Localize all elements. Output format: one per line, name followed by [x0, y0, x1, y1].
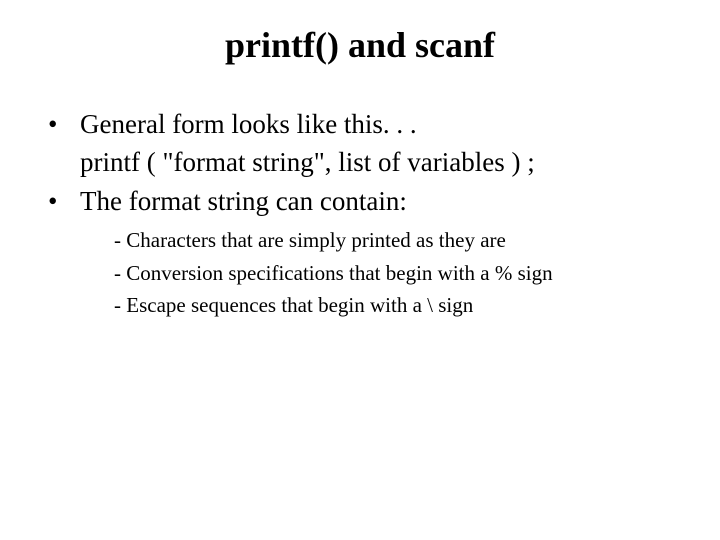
- sub-item: - Characters that are simply printed as …: [114, 225, 680, 255]
- sub-item: - Escape sequences that begin with a \ s…: [114, 290, 680, 320]
- slide-title: printf() and scanf: [40, 24, 680, 66]
- slide: printf() and scanf General form looks li…: [0, 0, 720, 540]
- bullet-text: General form looks like this. . .: [80, 109, 417, 139]
- bullet-continuation: printf ( "format string", list of variab…: [40, 144, 680, 180]
- bullet-item: General form looks like this. . .: [40, 106, 680, 142]
- bullet-text: printf ( "format string", list of variab…: [80, 147, 535, 177]
- bullet-item: The format string can contain:: [40, 183, 680, 219]
- slide-body: General form looks like this. . . printf…: [40, 106, 680, 321]
- sub-item: - Conversion specifications that begin w…: [114, 258, 680, 288]
- bullet-text: The format string can contain:: [80, 186, 407, 216]
- bullet-list: General form looks like this. . . printf…: [40, 106, 680, 219]
- sub-list: - Characters that are simply printed as …: [40, 225, 680, 320]
